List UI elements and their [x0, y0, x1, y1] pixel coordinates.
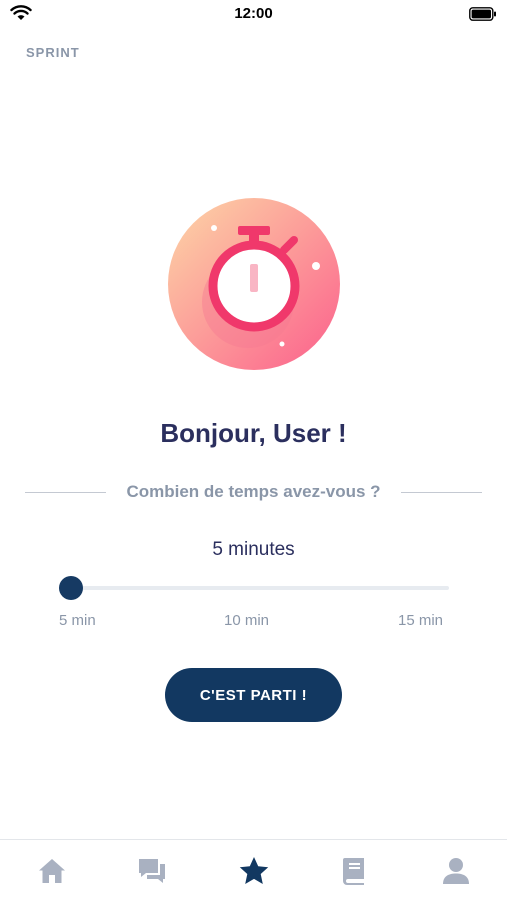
tab-messages[interactable]: [135, 854, 169, 888]
start-button[interactable]: C'EST PARTI !: [165, 668, 342, 722]
stopwatch-illustration-icon: [168, 198, 340, 370]
slider-tick-max: 15 min: [398, 612, 444, 629]
tab-bar: [0, 839, 507, 900]
duration-slider[interactable]: [59, 574, 449, 602]
duration-value: 5 minutes: [212, 539, 295, 560]
status-bar: 12:00: [0, 0, 507, 30]
book-icon: [343, 858, 364, 885]
star-icon: [239, 857, 269, 884]
user-icon: [443, 858, 469, 884]
slider-thumb[interactable]: [59, 576, 83, 600]
tab-home[interactable]: [35, 854, 69, 888]
tab-profile[interactable]: [439, 854, 473, 888]
divider-right: [400, 491, 482, 493]
status-time: 12:00: [234, 5, 273, 22]
chat-icon: [139, 859, 165, 883]
slider-track[interactable]: [69, 586, 449, 590]
question-row: Combien de temps avez-vous ?: [25, 480, 482, 504]
tab-favorites[interactable]: [237, 854, 271, 888]
tab-library[interactable]: [338, 854, 372, 888]
time-question: Combien de temps avez-vous ?: [126, 482, 381, 501]
slider-tick-min: 5 min: [59, 612, 96, 629]
home-icon: [39, 859, 65, 883]
divider-left: [25, 491, 107, 493]
greeting-title: Bonjour, User !: [160, 418, 347, 448]
battery-icon: [469, 7, 496, 21]
slider-tick-mid: 10 min: [224, 612, 270, 629]
screen-label: SPRINT: [26, 45, 80, 60]
